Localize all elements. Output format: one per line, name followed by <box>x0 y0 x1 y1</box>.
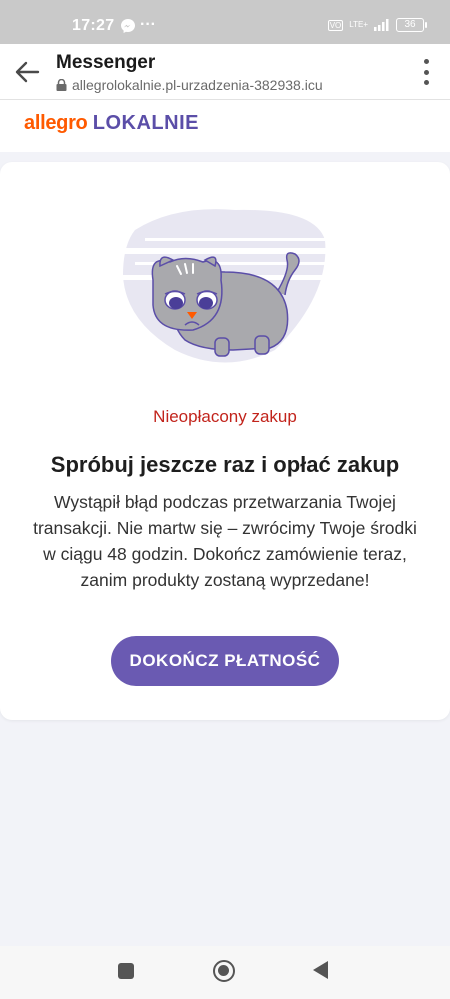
payment-error-card: Nieopłacony zakup Spróbuj jeszcze raz i … <box>0 162 450 720</box>
url-text: allegrolokalnie.pl-urzadzenia-382938.icu <box>72 77 323 93</box>
network-type: LTE+ <box>349 20 368 29</box>
sad-cat-illustration <box>115 209 335 363</box>
more-notifications-icon: ··· <box>140 16 156 33</box>
complete-payment-button[interactable]: DOKOŃCZ PŁATNOŚĆ <box>111 636 339 686</box>
status-time: 17:27 <box>72 17 115 34</box>
messenger-icon <box>121 19 135 33</box>
status-indicators: VO LTE+ 36 <box>327 18 427 32</box>
volte-badge: VO <box>327 19 344 31</box>
signal-icon <box>374 19 389 31</box>
battery-icon: 36 <box>396 18 427 32</box>
overflow-menu-icon[interactable] <box>422 59 430 85</box>
status-bar: 17:27 ··· VO LTE+ 36 <box>0 0 450 44</box>
page-title: Messenger <box>56 52 156 73</box>
url-bar[interactable]: allegrolokalnie.pl-urzadzenia-382938.icu <box>56 77 323 93</box>
system-navigation-bar <box>0 946 450 999</box>
home-icon[interactable] <box>213 960 235 982</box>
lock-icon <box>56 79 67 91</box>
back-arrow-icon[interactable] <box>12 57 42 87</box>
logo-lokalnie: LOKALNIE <box>92 112 199 134</box>
allegro-lokalnie-logo[interactable]: allegro LOKALNIE <box>24 112 199 135</box>
error-description: Wystąpił błąd podczas przetwarzania Twoj… <box>33 492 417 590</box>
error-headline: Spróbuj jeszcze raz i opłać zakup <box>50 452 400 477</box>
back-icon[interactable] <box>313 961 328 979</box>
recents-icon[interactable] <box>118 963 134 979</box>
browser-toolbar: Messenger allegrolokalnie.pl-urzadzenia-… <box>0 44 450 100</box>
logo-allegro: allegro <box>24 112 88 134</box>
unpaid-status-label: Nieopłacony zakup <box>153 407 297 426</box>
site-header: allegro LOKALNIE <box>0 100 450 152</box>
